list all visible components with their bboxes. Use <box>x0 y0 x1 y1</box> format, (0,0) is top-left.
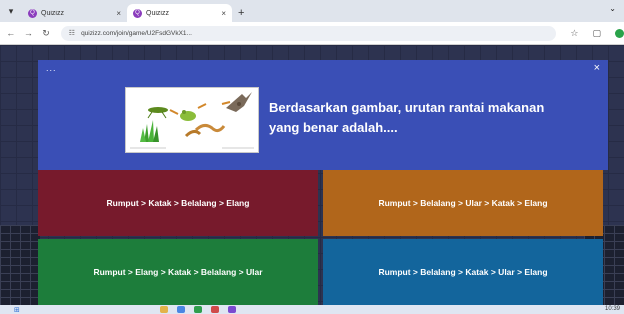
answer-option-3[interactable]: Rumput > Elang > Katak > Belalang > Ular <box>38 239 318 305</box>
browser-tab-bar: ▾ Q Quizizz × Q Quizizz × + ⌄ <box>0 0 624 22</box>
grasshopper-icon <box>147 107 168 119</box>
url-input[interactable]: ☷ quizizz.com/join/game/U2FsdGVkX1... <box>60 25 557 41</box>
food-chain-image <box>125 87 259 153</box>
clock-text: 10:39 <box>604 306 620 312</box>
tab-title: Quizizz <box>146 9 169 17</box>
extensions-icon[interactable]: ▢ <box>592 28 601 39</box>
brick-decoration <box>0 225 40 305</box>
tab-close-icon[interactable]: × <box>221 9 226 18</box>
food-chain-illustration <box>130 92 254 149</box>
app-icon[interactable] <box>211 306 219 313</box>
answer-option-1[interactable]: Rumput > Katak > Belalang > Elang <box>38 170 318 236</box>
answer-options: Rumput > Katak > Belalang > Elang Rumput… <box>38 170 608 305</box>
new-tab-button[interactable]: + <box>232 4 250 22</box>
site-info-icon[interactable]: ☷ <box>69 29 75 37</box>
windows-start-icon[interactable]: ⊞ <box>14 306 20 314</box>
tab-title: Quizizz <box>41 9 64 17</box>
game-page: ... × Berdasarkan gambar, urutan rantai … <box>0 45 624 305</box>
star-icon[interactable]: ☆ <box>570 28 578 39</box>
snake-icon <box>184 123 226 138</box>
url-text: quizizz.com/join/game/U2FsdGVkX1... <box>81 29 192 37</box>
quizizz-favicon-icon: Q <box>133 8 142 18</box>
browser-tab-2[interactable]: Q Quizizz × <box>127 4 232 22</box>
question-text: Berdasarkan gambar, urutan rantai makana… <box>269 100 545 135</box>
profile-icon[interactable] <box>614 28 624 38</box>
tab-close-icon[interactable]: × <box>116 9 121 18</box>
answer-option-2[interactable]: Rumput > Belalang > Ular > Katak > Elang <box>323 170 603 236</box>
tab-search-icon[interactable]: ▾ <box>0 0 22 22</box>
menu-icon[interactable]: ... <box>46 63 57 73</box>
question-card: ... × Berdasarkan gambar, urutan rantai … <box>38 60 608 170</box>
browser-tab-1[interactable]: Q Quizizz × <box>22 4 127 22</box>
quiz-panel: ... × Berdasarkan gambar, urutan rantai … <box>38 60 608 305</box>
back-icon[interactable]: ← <box>4 28 18 38</box>
forward-icon[interactable]: → <box>22 28 36 38</box>
window-controls-icon[interactable]: ⌄ <box>609 4 616 13</box>
close-icon[interactable]: × <box>594 62 600 74</box>
reload-icon[interactable]: ↻ <box>39 28 53 39</box>
browser-icon[interactable] <box>177 306 185 313</box>
grass-icon <box>140 120 159 142</box>
answer-option-4[interactable]: Rumput > Belalang > Katak > Ular > Elang <box>323 239 603 305</box>
file-explorer-icon[interactable] <box>160 306 168 313</box>
browser-address-bar: ← → ↻ ☷ quizizz.com/join/game/U2FsdGVkX1… <box>0 22 624 45</box>
frog-icon <box>180 110 196 121</box>
os-taskbar: ⊞ 10:39 <box>0 305 624 314</box>
app-icon[interactable] <box>228 306 236 313</box>
quizizz-favicon-icon: Q <box>28 8 37 18</box>
app-icon[interactable] <box>194 306 202 313</box>
